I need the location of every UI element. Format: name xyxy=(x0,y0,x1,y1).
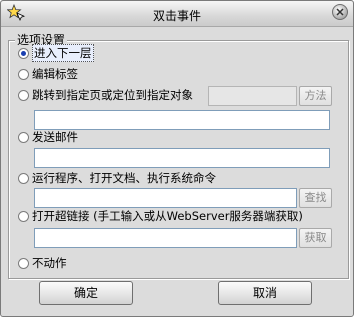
method-button[interactable]: 方法 xyxy=(299,86,332,106)
close-button[interactable] xyxy=(332,4,348,20)
option-label: 进入下一层 xyxy=(32,44,94,62)
option-enter-next-level[interactable]: 进入下一层 xyxy=(18,44,94,62)
url-field[interactable] xyxy=(34,228,297,248)
window-title: 双击事件 xyxy=(152,9,201,23)
radio-no-action[interactable] xyxy=(18,257,29,269)
command-field[interactable] xyxy=(34,188,297,208)
option-label: 打开超链接 (手工输入或从WebServer服务器端获取) xyxy=(32,209,303,223)
option-label: 发送邮件 xyxy=(32,130,78,144)
find-button[interactable]: 查找 xyxy=(299,188,332,208)
option-label: 编辑标签 xyxy=(32,67,78,81)
close-icon xyxy=(336,8,344,16)
option-no-action[interactable]: 不动作 xyxy=(18,255,67,271)
cancel-button[interactable]: 取消 xyxy=(218,281,312,305)
option-label: 运行程序、打开文档、执行系统命令 xyxy=(32,171,216,185)
option-edit-label[interactable]: 编辑标签 xyxy=(18,66,78,82)
radio-run-program[interactable] xyxy=(18,172,29,184)
radio-open-hyperlink[interactable] xyxy=(18,210,29,222)
fetch-button[interactable]: 获取 xyxy=(299,228,332,248)
option-send-email[interactable]: 发送邮件 xyxy=(18,129,78,145)
option-run-program[interactable]: 运行程序、打开文档、执行系统命令 xyxy=(18,170,216,186)
option-label: 跳转到指定页或定位到指定对象 xyxy=(32,88,193,102)
dialog-window: 双击事件 选项设置 进入下一层 编辑标签 跳转到指定页或定位到指定对象 方法 发… xyxy=(0,0,354,317)
option-jump-to-page[interactable]: 跳转到指定页或定位到指定对象 xyxy=(18,87,193,103)
jump-object-field[interactable] xyxy=(34,110,330,130)
option-open-hyperlink[interactable]: 打开超链接 (手工输入或从WebServer服务器端获取) xyxy=(18,208,303,224)
jump-target-field[interactable] xyxy=(208,86,297,106)
email-field[interactable] xyxy=(34,148,330,168)
radio-send-email[interactable] xyxy=(18,131,29,143)
radio-edit-label[interactable] xyxy=(18,68,29,80)
option-label: 不动作 xyxy=(32,256,67,270)
radio-jump-to-page[interactable] xyxy=(18,89,29,101)
title-bar[interactable]: 双击事件 xyxy=(1,1,353,27)
radio-enter-next-level[interactable] xyxy=(18,47,29,59)
ok-button[interactable]: 确定 xyxy=(39,281,133,305)
